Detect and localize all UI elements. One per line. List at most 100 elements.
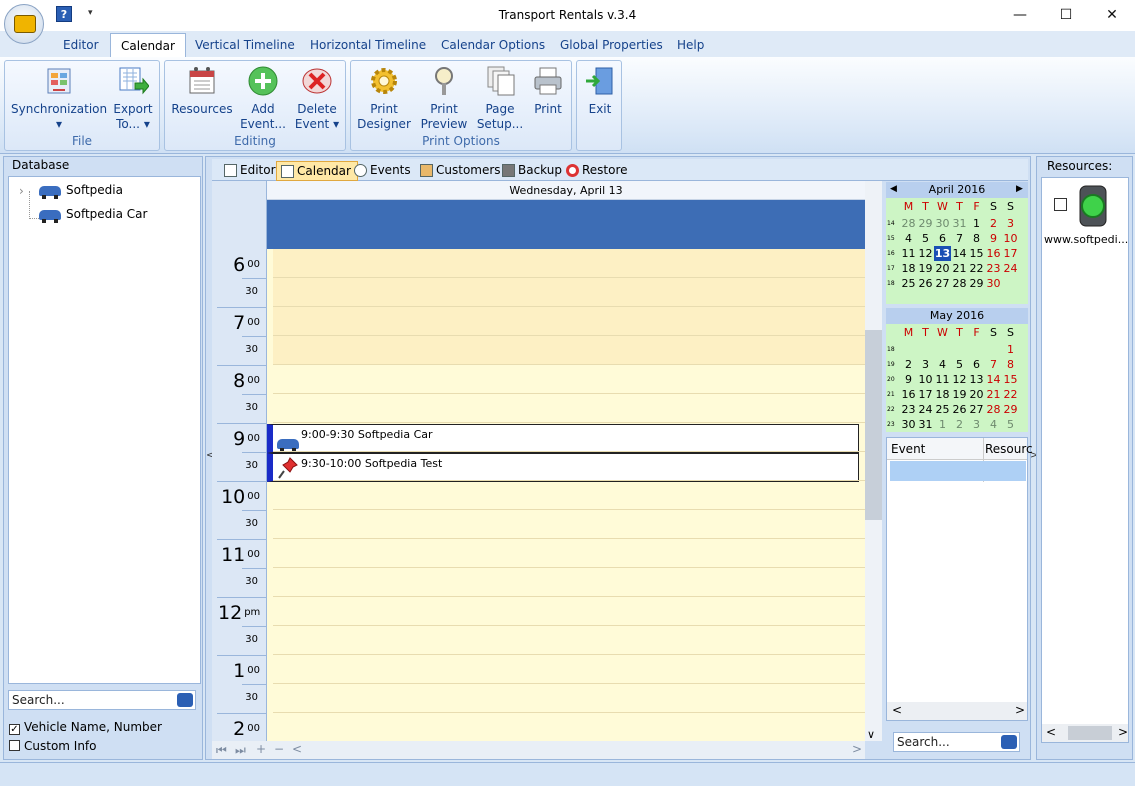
resources-scroll-thumb[interactable] bbox=[1068, 726, 1112, 740]
day-cell[interactable]: 28 bbox=[985, 402, 1002, 417]
day-cell[interactable]: 24 bbox=[917, 402, 934, 417]
view-calendar[interactable]: Calendar bbox=[276, 161, 358, 181]
time-slot[interactable] bbox=[273, 307, 865, 336]
day-cell[interactable]: 7 bbox=[951, 231, 968, 246]
day-cell[interactable]: 29 bbox=[1002, 402, 1019, 417]
day-cell[interactable]: 4 bbox=[985, 417, 1002, 432]
day-cell[interactable]: 29 bbox=[968, 276, 985, 291]
time-slot[interactable] bbox=[273, 539, 865, 568]
day-cell[interactable]: 31 bbox=[951, 216, 968, 231]
view-editor[interactable]: Editor bbox=[220, 161, 282, 181]
minimize-button[interactable]: — bbox=[997, 0, 1043, 31]
day-cell[interactable]: 14 bbox=[951, 246, 968, 261]
day-cell[interactable]: 10 bbox=[1002, 231, 1019, 246]
day-cell[interactable]: 25 bbox=[934, 402, 951, 417]
tab-horizontal-timeline[interactable]: Horizontal Timeline bbox=[300, 33, 436, 57]
scroll-right-arrow[interactable]: > bbox=[852, 742, 862, 756]
column-resource[interactable]: Resourc bbox=[985, 442, 1033, 456]
tab-editor[interactable]: Editor bbox=[53, 33, 109, 57]
day-cell[interactable]: 30 bbox=[934, 216, 951, 231]
vehicle-name-checkbox[interactable]: ✓ Vehicle Name, Number bbox=[9, 720, 162, 735]
day-cell[interactable]: 22 bbox=[968, 261, 985, 276]
tab-calendar[interactable]: Calendar bbox=[110, 33, 186, 57]
day-cell[interactable]: 29 bbox=[917, 216, 934, 231]
synchronization-button[interactable]: Synchronization ▾ bbox=[11, 65, 107, 132]
print-button[interactable]: Print bbox=[527, 65, 569, 117]
day-cell[interactable]: 31 bbox=[917, 417, 934, 432]
next-month-arrow[interactable]: ▶ bbox=[1016, 184, 1023, 194]
day-cell[interactable]: 18 bbox=[900, 261, 917, 276]
day-cell[interactable]: 12 bbox=[951, 372, 968, 387]
view-restore[interactable]: Restore bbox=[562, 161, 634, 181]
events-search-input[interactable]: Search... bbox=[893, 732, 1020, 752]
day-header[interactable]: Wednesday, April 13 bbox=[267, 181, 865, 200]
resource-checkbox[interactable] bbox=[1054, 198, 1067, 211]
database-search-input[interactable]: Search... bbox=[8, 690, 196, 710]
exit-button[interactable]: Exit bbox=[581, 65, 619, 117]
day-cell[interactable]: 9 bbox=[900, 372, 917, 387]
day-cell[interactable]: 1 bbox=[968, 216, 985, 231]
add-event-button[interactable]: Add Event... bbox=[237, 65, 289, 132]
time-slot[interactable] bbox=[273, 394, 865, 423]
grid-selected-row[interactable] bbox=[890, 461, 1026, 481]
day-cell[interactable]: 20 bbox=[968, 387, 985, 402]
day-cell[interactable]: 2 bbox=[900, 357, 917, 372]
print-designer-button[interactable]: Print Designer bbox=[357, 65, 411, 132]
day-cell[interactable]: 19 bbox=[917, 261, 934, 276]
tab-calendar-options[interactable]: Calendar Options bbox=[431, 33, 555, 57]
day-cell[interactable]: 23 bbox=[985, 261, 1002, 276]
day-cell[interactable]: 3 bbox=[968, 417, 985, 432]
day-cell[interactable]: 16 bbox=[900, 387, 917, 402]
time-slot[interactable] bbox=[273, 510, 865, 539]
day-cell[interactable]: 9 bbox=[985, 231, 1002, 246]
day-cell[interactable]: 30 bbox=[985, 276, 1002, 291]
time-slot[interactable] bbox=[273, 249, 865, 278]
day-cell[interactable]: 7 bbox=[985, 357, 1002, 372]
tree-expand-icon[interactable]: › bbox=[19, 184, 24, 198]
day-cell[interactable]: 5 bbox=[951, 357, 968, 372]
day-cell[interactable]: 3 bbox=[917, 357, 934, 372]
time-slot[interactable] bbox=[273, 423, 865, 452]
time-slot[interactable] bbox=[273, 452, 865, 481]
day-cell[interactable]: 25 bbox=[900, 276, 917, 291]
day-cell[interactable]: 19 bbox=[951, 387, 968, 402]
day-cell[interactable]: 21 bbox=[951, 261, 968, 276]
delete-event-button[interactable]: Delete Event ▾ bbox=[291, 65, 343, 132]
view-events[interactable]: Events bbox=[350, 161, 417, 181]
day-cell[interactable]: 4 bbox=[934, 357, 951, 372]
view-customers[interactable]: Customers bbox=[416, 161, 507, 181]
day-cell[interactable]: 5 bbox=[917, 231, 934, 246]
export-to-button[interactable]: Export To... ▾ bbox=[109, 65, 157, 132]
day-cell[interactable]: 26 bbox=[951, 402, 968, 417]
binoculars-icon[interactable] bbox=[177, 693, 193, 707]
column-event[interactable]: Event bbox=[891, 442, 925, 456]
day-cell[interactable]: 17 bbox=[1002, 246, 1019, 261]
day-cell[interactable]: 17 bbox=[917, 387, 934, 402]
day-cell[interactable]: 22 bbox=[1002, 387, 1019, 402]
day-cell[interactable]: 1 bbox=[934, 417, 951, 432]
tab-global-properties[interactable]: Global Properties bbox=[550, 33, 673, 57]
custom-info-checkbox[interactable]: Custom Info bbox=[9, 739, 97, 753]
day-cell[interactable]: 27 bbox=[934, 276, 951, 291]
day-cell[interactable]: 23 bbox=[900, 402, 917, 417]
day-cell[interactable]: 1 bbox=[1002, 342, 1019, 357]
day-cell[interactable]: 14 bbox=[985, 372, 1002, 387]
day-cell[interactable]: 8 bbox=[1002, 357, 1019, 372]
day-cell[interactable]: 5 bbox=[1002, 417, 1019, 432]
time-slot[interactable] bbox=[273, 568, 865, 597]
day-cell[interactable]: 6 bbox=[968, 357, 985, 372]
add-nav-icon[interactable]: + bbox=[256, 742, 266, 756]
time-slot[interactable] bbox=[273, 336, 865, 365]
time-slot[interactable] bbox=[273, 684, 865, 713]
time-slot[interactable] bbox=[273, 481, 865, 510]
day-cell[interactable]: 16 bbox=[985, 246, 1002, 261]
grid-horizontal-scrollbar[interactable]: < > bbox=[887, 702, 1027, 720]
resources-button[interactable]: Resources bbox=[171, 65, 233, 117]
tree-item-softpedia[interactable]: Softpedia bbox=[39, 183, 123, 199]
day-cell[interactable]: 30 bbox=[900, 417, 917, 432]
day-cell[interactable]: 12 bbox=[917, 246, 934, 261]
day-cell[interactable]: 11 bbox=[900, 246, 917, 261]
day-cell[interactable]: 10 bbox=[917, 372, 934, 387]
binoculars-icon[interactable] bbox=[1001, 735, 1017, 749]
resources-scroll-right[interactable]: > bbox=[1118, 725, 1128, 739]
